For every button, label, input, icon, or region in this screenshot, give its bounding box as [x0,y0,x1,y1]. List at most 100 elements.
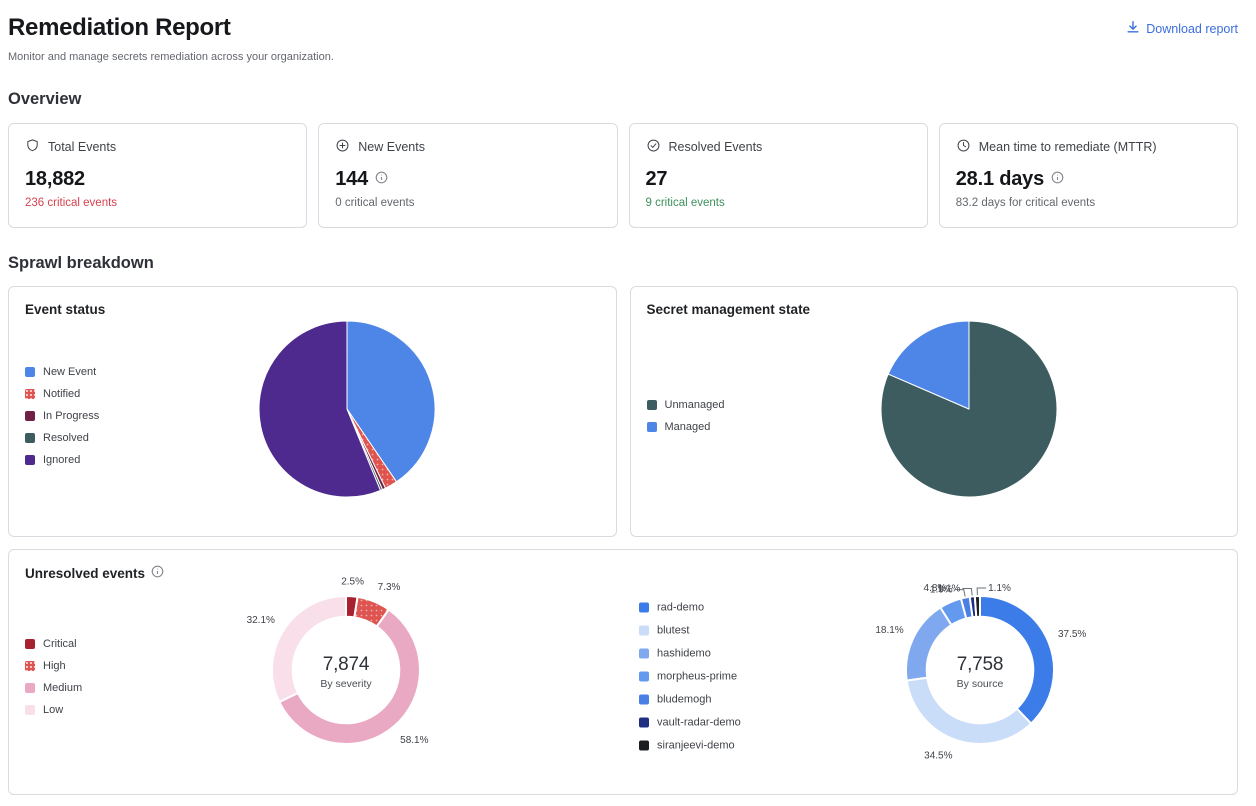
info-icon[interactable] [1051,171,1064,189]
secret-management-state-card: Secret management state Unmanaged Manage… [630,286,1239,537]
stat-value: 18,882 [25,168,85,191]
overview-stat-cards: Total Events 18,882 236 critical events … [8,123,1238,228]
severity-legend: Critical High Medium Low [25,633,82,721]
legend-item: Ignored [25,449,99,471]
legend-label: Low [43,704,63,716]
legend-color-chip [639,695,649,705]
event-status-card: Event status New Event Notified In Progr… [8,286,617,537]
legend-item: rad-demo [639,596,741,619]
legend-color-chip [647,400,657,410]
legend-label: Resolved [43,432,89,444]
legend-label: Medium [43,682,82,694]
svg-text:2.5%: 2.5% [341,576,364,587]
legend-item: Medium [25,677,82,699]
legend-label: Notified [43,388,80,400]
legend-item: High [25,655,82,677]
legend-color-chip [25,639,35,649]
svg-text:1.1%: 1.1% [938,583,961,594]
legend-color-chip [25,683,35,693]
legend-color-chip [25,705,35,715]
legend-item: Low [25,699,82,721]
svg-text:37.5%: 37.5% [1058,628,1086,639]
overview-heading: Overview [8,90,1238,109]
legend-color-chip [25,433,35,443]
legend-label: Critical [43,638,77,650]
check-circle-icon [646,138,661,156]
event-status-legend: New Event Notified In Progress Resolved … [25,361,99,471]
stat-value: 27 [646,168,668,191]
unresolved-events-title-text: Unresolved events [25,566,145,581]
legend-color-chip [25,455,35,465]
stat-subtext: 83.2 days for critical events [956,197,1221,209]
unresolved-events-card: Unresolved events Critical High Medium L… [8,549,1238,795]
legend-label: siranjeevi-demo [657,740,735,752]
legend-label: Ignored [43,454,80,466]
download-report-button[interactable]: Download report [1126,20,1238,37]
event-status-title: Event status [25,302,105,317]
clock-icon [956,138,971,156]
legend-item: Notified [25,383,99,405]
shield-icon [25,138,40,156]
legend-color-chip [639,672,649,682]
by-source-panel: rad-demo blutest hashidemo morpheus-prim… [623,550,1237,794]
secret-management-state-title: Secret management state [647,302,811,317]
legend-label: vault-radar-demo [657,717,741,729]
plus-circle-icon [335,138,350,156]
svg-text:1.1%: 1.1% [988,583,1011,594]
page-subtitle: Monitor and manage secrets remediation a… [8,51,334,63]
secret-management-legend: Unmanaged Managed [647,394,725,438]
legend-item: New Event [25,361,99,383]
legend-color-chip [25,389,35,399]
stat-card-new-events: New Events 144 0 critical events [318,123,617,228]
info-icon[interactable] [151,565,164,581]
sprawl-breakdown-heading: Sprawl breakdown [8,254,1238,273]
page-header: Remediation Report Monitor and manage se… [8,14,1238,63]
source-legend: rad-demo blutest hashidemo morpheus-prim… [639,596,741,757]
legend-label: hashidemo [657,648,711,660]
stat-subtext: 0 critical events [335,197,600,209]
svg-text:18.1%: 18.1% [875,624,903,635]
legend-item: vault-radar-demo [639,711,741,734]
legend-color-chip [25,661,35,671]
svg-text:32.1%: 32.1% [247,615,275,626]
legend-item: In Progress [25,405,99,427]
legend-label: New Event [43,366,96,378]
legend-item: siranjeevi-demo [639,734,741,757]
by-severity-donut-chart: 2.5%7.3%58.1%32.1% 7,874 By severity [239,563,453,782]
legend-label: morpheus-prime [657,671,737,683]
page-title: Remediation Report [8,14,334,42]
svg-text:58.1%: 58.1% [400,735,428,746]
legend-color-chip [25,411,35,421]
download-report-label: Download report [1146,22,1238,36]
stat-card-resolved-events: Resolved Events 27 9 critical events [629,123,928,228]
legend-color-chip [639,718,649,728]
legend-item: morpheus-prime [639,665,741,688]
legend-label: In Progress [43,410,99,422]
legend-item: Critical [25,633,82,655]
legend-item: Resolved [25,427,99,449]
legend-label: High [43,660,66,672]
legend-color-chip [647,422,657,432]
stat-label: Mean time to remediate (MTTR) [979,140,1157,154]
svg-text:7.3%: 7.3% [378,582,401,593]
legend-label: Unmanaged [665,399,725,411]
legend-color-chip [25,367,35,377]
by-source-donut-chart: 37.5%34.5%18.1%4.8%1.9%1.1%1.1% 7,758 By… [873,563,1087,782]
by-severity-donut-svg: 2.5% 7.3% 58.1% 32.1% [239,563,453,782]
legend-label: rad-demo [657,602,704,614]
stat-value: 28.1 days [956,168,1044,191]
download-icon [1126,20,1140,37]
stat-card-total-events: Total Events 18,882 236 critical events [8,123,307,228]
stat-value: 144 [335,168,368,191]
legend-item: blutest [639,619,741,642]
legend-item: Unmanaged [647,394,725,416]
page-header-text: Remediation Report Monitor and manage se… [8,14,334,63]
legend-color-chip [639,741,649,751]
stat-subtext: 9 critical events [646,197,911,209]
stat-card-mttr: Mean time to remediate (MTTR) 28.1 days … [939,123,1238,228]
legend-item: hashidemo [639,642,741,665]
secret-management-pie-chart [877,317,1061,506]
legend-color-chip [639,603,649,613]
info-icon[interactable] [375,171,388,189]
stat-label: New Events [358,140,425,154]
